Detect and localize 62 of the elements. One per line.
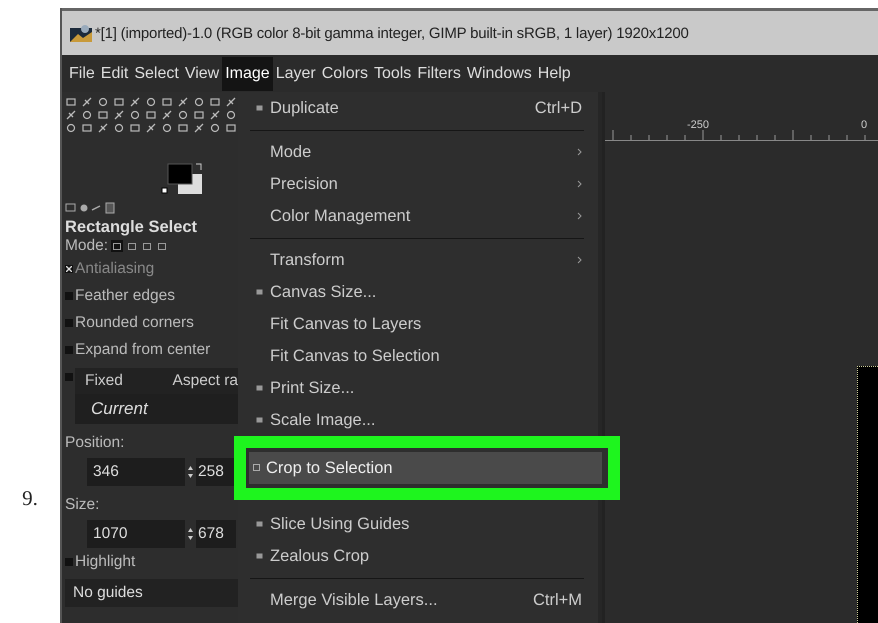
mode-label: Mode: (65, 237, 108, 255)
menu-bar-item[interactable]: View (182, 56, 222, 90)
step-number: 9. (22, 486, 38, 511)
size-label: Size: (65, 496, 100, 514)
checkbox[interactable] (65, 372, 73, 380)
option-label: Rounded corners (75, 314, 194, 332)
tool-name: Rectangle Select (65, 218, 198, 237)
menu-item[interactable]: Print Size... (238, 372, 598, 404)
menu-item[interactable]: Zealous Crop (238, 540, 598, 572)
position-label: Position: (65, 434, 126, 452)
chevron-icon (577, 180, 582, 188)
option-label: Feather edges (75, 286, 175, 304)
menu-bar-item[interactable]: Edit (98, 56, 132, 90)
menu-bar-item[interactable]: File (66, 56, 98, 90)
menu-item[interactable]: Duplicate Ctrl+D (238, 92, 598, 124)
menu-item[interactable]: Canvas Size... (238, 276, 598, 308)
spinner-icon[interactable] (188, 527, 193, 541)
number-field[interactable]: 258 (196, 458, 236, 486)
checkbox[interactable] (65, 264, 73, 272)
spinner-icon[interactable] (188, 465, 193, 479)
menu-item[interactable]: Fit Canvas to Layers (238, 308, 598, 340)
menu-item[interactable]: Mode (238, 136, 598, 168)
menu-bar-item[interactable]: Select (131, 56, 182, 90)
menu-bar-item[interactable]: Layer (272, 56, 319, 90)
menu-bar-item[interactable]: Windows (464, 56, 535, 90)
ruler-label: -250 (687, 119, 710, 131)
chevron-icon (577, 256, 582, 264)
image-thumbnail-icon (70, 24, 92, 42)
option-label: Highlight (75, 552, 136, 570)
checkbox[interactable] (65, 292, 73, 300)
number-field[interactable]: 346 (87, 458, 185, 486)
menu-bar-item[interactable]: Tools (370, 56, 414, 90)
menu-item[interactable]: Transform (238, 244, 598, 276)
selection-mode-button[interactable] (141, 240, 154, 252)
checkbox[interactable] (65, 346, 73, 354)
guides-dropdown[interactable]: No guides (65, 579, 238, 607)
menu-item[interactable]: Slice Using Guides (238, 508, 598, 540)
option-label: Antialiasing (75, 260, 154, 278)
menu-bar-item[interactable]: Help (534, 56, 574, 90)
menu-item[interactable]: Crop to Selection (249, 452, 602, 484)
checkbox[interactable] (65, 318, 73, 326)
selection-mode-button[interactable] (111, 240, 124, 252)
fixed-value-field[interactable]: Current (75, 394, 238, 424)
menu-item[interactable]: Scale Image... (238, 404, 598, 436)
menu-bar-item[interactable]: Image (222, 56, 273, 90)
menu-item[interactable]: Merge Visible Layers... Ctrl+M (238, 584, 598, 616)
menu-item[interactable]: Color Management (238, 200, 598, 232)
window-title: *[1] (imported)-1.0 (RGB color 8-bit gamma integer, GIMP built-in sRGB, 1 layer) 1920x1200 (95, 24, 689, 42)
selection-mode-button[interactable] (156, 240, 168, 252)
number-field[interactable]: 1070 (87, 520, 185, 548)
fixed-dropdown[interactable]: Fixed Aspect ra (75, 368, 238, 394)
chevron-icon (577, 148, 582, 156)
number-field[interactable]: 678 (196, 520, 236, 548)
option-label: Expand from center (75, 340, 210, 358)
checkbox[interactable] (65, 558, 73, 566)
menu-item[interactable]: Fit Canvas to Selection (238, 340, 598, 372)
menu-bar-item[interactable]: Filters (414, 56, 464, 90)
chevron-icon (577, 212, 582, 220)
menu-item[interactable]: Precision (238, 168, 598, 200)
selection-mode-button[interactable] (126, 240, 138, 252)
menu-bar-item[interactable]: Colors (318, 56, 371, 90)
ruler-label: 0 (861, 119, 868, 131)
